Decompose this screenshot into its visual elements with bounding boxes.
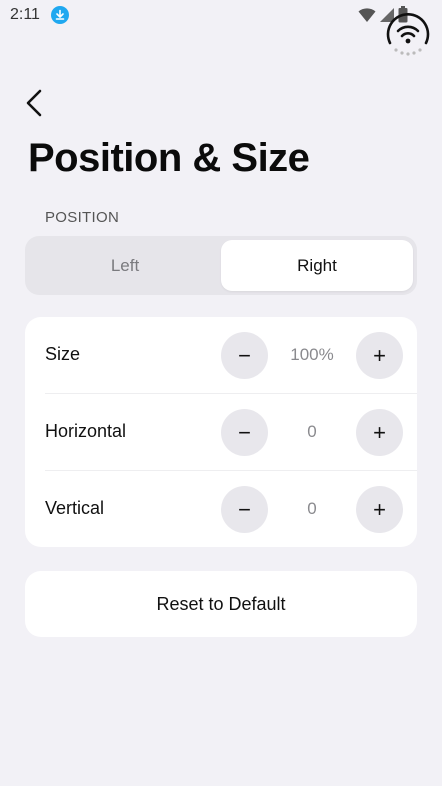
vertical-increase-button[interactable]: + bbox=[356, 486, 403, 533]
horizontal-value: 0 bbox=[307, 422, 317, 441]
status-bar: 2:11 bbox=[0, 0, 442, 30]
row-label: Horizontal bbox=[45, 421, 127, 441]
download-icon bbox=[51, 6, 69, 24]
segment-right[interactable]: Right bbox=[221, 240, 413, 291]
position-segmented-control: Left Right bbox=[25, 236, 417, 295]
page-title: Position & Size bbox=[28, 136, 310, 180]
section-label-position: POSITION bbox=[45, 209, 120, 226]
horizontal-increase-button[interactable]: + bbox=[356, 409, 403, 456]
row-label: Size bbox=[45, 344, 81, 364]
vertical-decrease-button[interactable]: − bbox=[221, 486, 268, 533]
wifi-icon bbox=[358, 7, 376, 22]
wifi-widget-icon bbox=[386, 13, 430, 56]
row-horizontal: Horizontal − 0 + bbox=[25, 394, 417, 470]
adjustments-card: Size − 100% + Horizontal − 0 + Vertical … bbox=[25, 317, 417, 547]
chevron-left-icon bbox=[26, 89, 42, 117]
vertical-value: 0 bbox=[307, 499, 317, 518]
horizontal-decrease-button[interactable]: − bbox=[221, 409, 268, 456]
screen: 2:11 Position & Size POSITION Left Right… bbox=[0, 0, 442, 786]
size-decrease-button[interactable]: − bbox=[221, 332, 268, 379]
size-value: 100% bbox=[290, 345, 334, 364]
status-time: 2:11 bbox=[10, 6, 40, 23]
row-label: Vertical bbox=[45, 498, 105, 518]
back-button[interactable] bbox=[24, 86, 54, 120]
row-vertical: Vertical − 0 + bbox=[25, 471, 417, 547]
row-size: Size − 100% + bbox=[25, 317, 417, 393]
segment-left[interactable]: Left bbox=[29, 240, 221, 291]
wifi-widget[interactable] bbox=[386, 13, 430, 57]
size-increase-button[interactable]: + bbox=[356, 332, 403, 379]
reset-to-default-button[interactable]: Reset to Default bbox=[25, 571, 417, 637]
